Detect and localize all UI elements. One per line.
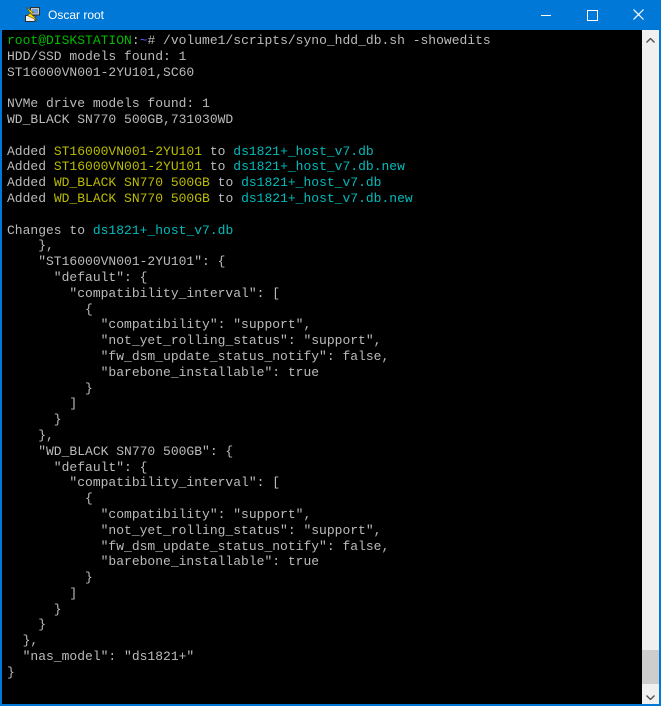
terminal-line: }, — [7, 428, 642, 444]
terminal-line: "default": { — [7, 460, 642, 476]
terminal-line: ] — [7, 586, 642, 602]
maximize-icon — [587, 10, 598, 21]
terminal-line: "fw_dsm_update_status_notify": false, — [7, 349, 642, 365]
terminal-line: "nas_model": "ds1821+" — [7, 649, 642, 665]
terminal-line: } — [7, 381, 642, 397]
terminal-line — [7, 80, 642, 96]
terminal-line: WD_BLACK SN770 500GB,731030WD — [7, 112, 642, 128]
terminal-line: Added WD_BLACK SN770 500GB to ds1821+_ho… — [7, 175, 642, 191]
terminal-line: } — [7, 602, 642, 618]
terminal-line: Added WD_BLACK SN770 500GB to ds1821+_ho… — [7, 191, 642, 207]
terminal-line: ] — [7, 396, 642, 412]
maximize-button[interactable] — [569, 0, 615, 30]
terminal-line: "ST16000VN001-2YU101": { — [7, 254, 642, 270]
putty-app-icon — [24, 7, 40, 23]
scroll-up-button[interactable] — [642, 30, 659, 47]
terminal-line: "not_yet_rolling_status": "support", — [7, 523, 642, 539]
terminal-line: }, — [7, 633, 642, 649]
terminal-line — [7, 207, 642, 223]
putty-window: Oscar root root@DISKSTATION:~# /volume1/… — [0, 0, 661, 706]
terminal-line: Added ST16000VN001-2YU101 to ds1821+_hos… — [7, 159, 642, 175]
terminal-line: }, — [7, 238, 642, 254]
terminal-line: "barebone_installable": true — [7, 554, 642, 570]
terminal-line: } — [7, 665, 642, 681]
terminal-lines[interactable]: root@DISKSTATION:~# /volume1/scripts/syn… — [2, 30, 642, 704]
minimize-icon — [541, 15, 551, 16]
terminal-line: root@DISKSTATION:~# /volume1/scripts/syn… — [7, 33, 642, 49]
terminal-line: "barebone_installable": true — [7, 365, 642, 381]
terminal-line: Added ST16000VN001-2YU101 to ds1821+_hos… — [7, 144, 642, 160]
terminal-line: "compatibility_interval": [ — [7, 475, 642, 491]
terminal-line: "WD_BLACK SN770 500GB": { — [7, 444, 642, 460]
window-title: Oscar root — [48, 0, 104, 30]
scroll-down-button[interactable] — [642, 687, 659, 704]
terminal-line: NVMe drive models found: 1 — [7, 96, 642, 112]
terminal-line: } — [7, 617, 642, 633]
chevron-up-icon — [646, 31, 655, 46]
close-button[interactable] — [615, 0, 661, 30]
minimize-button[interactable] — [523, 0, 569, 30]
terminal-line: } — [7, 412, 642, 428]
chevron-down-icon — [646, 688, 655, 703]
terminal-line: { — [7, 491, 642, 507]
close-icon — [633, 8, 644, 23]
terminal-line: "compatibility": "support", — [7, 317, 642, 333]
terminal-line: "not_yet_rolling_status": "support", — [7, 333, 642, 349]
terminal-line — [7, 128, 642, 144]
terminal-line: Changes to ds1821+_host_v7.db — [7, 223, 642, 239]
terminal-line: HDD/SSD models found: 1 — [7, 49, 642, 65]
terminal-line: "compatibility": "support", — [7, 507, 642, 523]
scrollbar[interactable] — [642, 30, 659, 704]
terminal-line: } — [7, 570, 642, 586]
terminal-line: "compatibility_interval": [ — [7, 286, 642, 302]
terminal-line: "fw_dsm_update_status_notify": false, — [7, 539, 642, 555]
terminal-line: ST16000VN001-2YU101,SC60 — [7, 65, 642, 81]
caption-buttons — [523, 0, 661, 30]
terminal-area: root@DISKSTATION:~# /volume1/scripts/syn… — [2, 30, 659, 704]
terminal-line: { — [7, 302, 642, 318]
title-bar[interactable]: Oscar root — [0, 0, 661, 30]
scrollbar-thumb[interactable] — [642, 650, 659, 684]
terminal-line: "default": { — [7, 270, 642, 286]
